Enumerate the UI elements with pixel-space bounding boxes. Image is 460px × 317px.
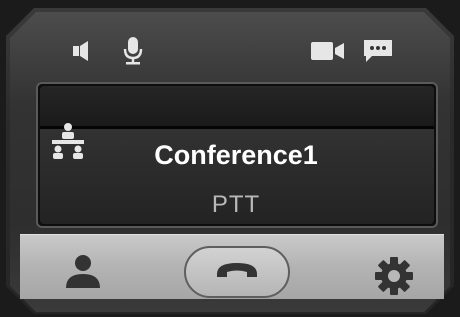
hangup-phone-icon — [214, 260, 260, 285]
speaker-icon[interactable] — [72, 40, 96, 62]
video-camera-icon[interactable] — [310, 40, 346, 62]
gear-icon[interactable] — [374, 256, 414, 296]
conference-name: Conference1 — [154, 140, 318, 170]
call-mode-label: PTT — [211, 191, 261, 218]
message-icon[interactable] — [362, 38, 394, 64]
microphone-icon[interactable] — [122, 36, 144, 66]
contact-person-icon[interactable] — [64, 254, 102, 290]
display-header — [40, 86, 434, 126]
hangup-button[interactable] — [184, 246, 290, 298]
ptt-device: Conference1 PTT — [0, 0, 460, 317]
